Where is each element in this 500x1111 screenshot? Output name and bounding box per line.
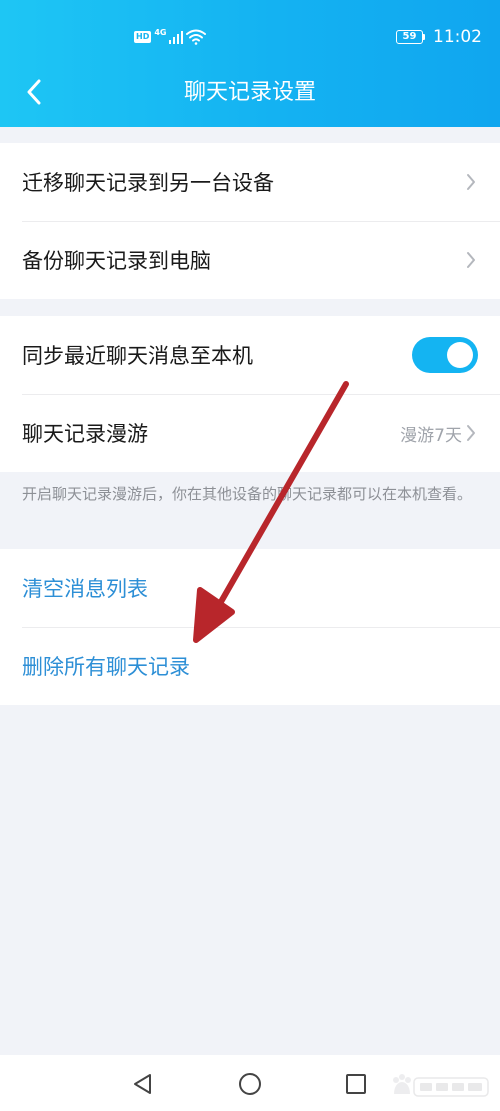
battery-icon: 59 — [396, 30, 425, 44]
backup-to-pc-label: 备份聊天记录到电脑 — [22, 249, 211, 273]
clear-message-list-item[interactable]: 清空消息列表 — [0, 549, 500, 627]
battery-level: 59 — [402, 31, 417, 42]
chevron-right-icon — [466, 173, 478, 191]
chevron-right-icon — [466, 251, 478, 269]
system-home-button[interactable] — [237, 1071, 263, 1097]
delete-all-history-item[interactable]: 删除所有聊天记录 — [0, 627, 500, 705]
clear-delete-group: 清空消息列表 删除所有聊天记录 — [0, 549, 500, 705]
delete-all-history-label: 删除所有聊天记录 — [22, 655, 190, 679]
system-back-button[interactable] — [130, 1071, 156, 1097]
chevron-left-icon — [27, 79, 41, 105]
roaming-item[interactable]: 聊天记录漫游 漫游7天 — [0, 394, 500, 472]
roaming-label: 聊天记录漫游 — [22, 422, 148, 446]
page-title: 聊天记录设置 — [183, 80, 316, 105]
signal-icon — [169, 31, 184, 44]
sync-recent-label: 同步最近聊天消息至本机 — [22, 344, 253, 368]
circle-home-icon — [239, 1073, 261, 1095]
toggle-knob — [447, 342, 473, 368]
back-button[interactable] — [16, 74, 52, 110]
triangle-back-icon — [134, 1074, 151, 1094]
migration-backup-group: 迁移聊天记录到另一台设备 备份聊天记录到电脑 — [0, 143, 500, 299]
square-recents-icon — [346, 1074, 366, 1094]
roaming-hint: 开启聊天记录漫游后，你在其他设备的聊天记录都可以在本机查看。 — [22, 485, 473, 503]
backup-to-pc-item[interactable]: 备份聊天记录到电脑 — [0, 221, 500, 299]
baidu-watermark-icon — [393, 1074, 489, 1097]
network-type: 4G — [154, 27, 167, 37]
status-time: 11:02 — [433, 27, 482, 47]
migrate-history-label: 迁移聊天记录到另一台设备 — [22, 171, 274, 195]
system-recents-button[interactable] — [343, 1071, 369, 1097]
migrate-history-item[interactable]: 迁移聊天记录到另一台设备 — [0, 143, 500, 221]
clear-message-list-label: 清空消息列表 — [22, 577, 148, 601]
sync-recent-toggle[interactable] — [412, 337, 478, 373]
app-header: HD 4G 59 11:02 聊天记录设置 — [0, 0, 500, 127]
wifi-icon — [186, 29, 207, 45]
hd-badge: HD — [134, 31, 152, 43]
sync-recent-item: 同步最近聊天消息至本机 — [0, 316, 500, 394]
chevron-right-icon — [466, 424, 478, 442]
nav-bar: 聊天记录设置 — [0, 64, 500, 122]
status-left: HD 4G — [134, 26, 207, 48]
roaming-value: 漫游7天 — [400, 425, 462, 446]
status-right: 59 11:02 — [396, 26, 482, 48]
sync-roaming-group: 同步最近聊天消息至本机 聊天记录漫游 漫游7天 — [0, 316, 500, 472]
